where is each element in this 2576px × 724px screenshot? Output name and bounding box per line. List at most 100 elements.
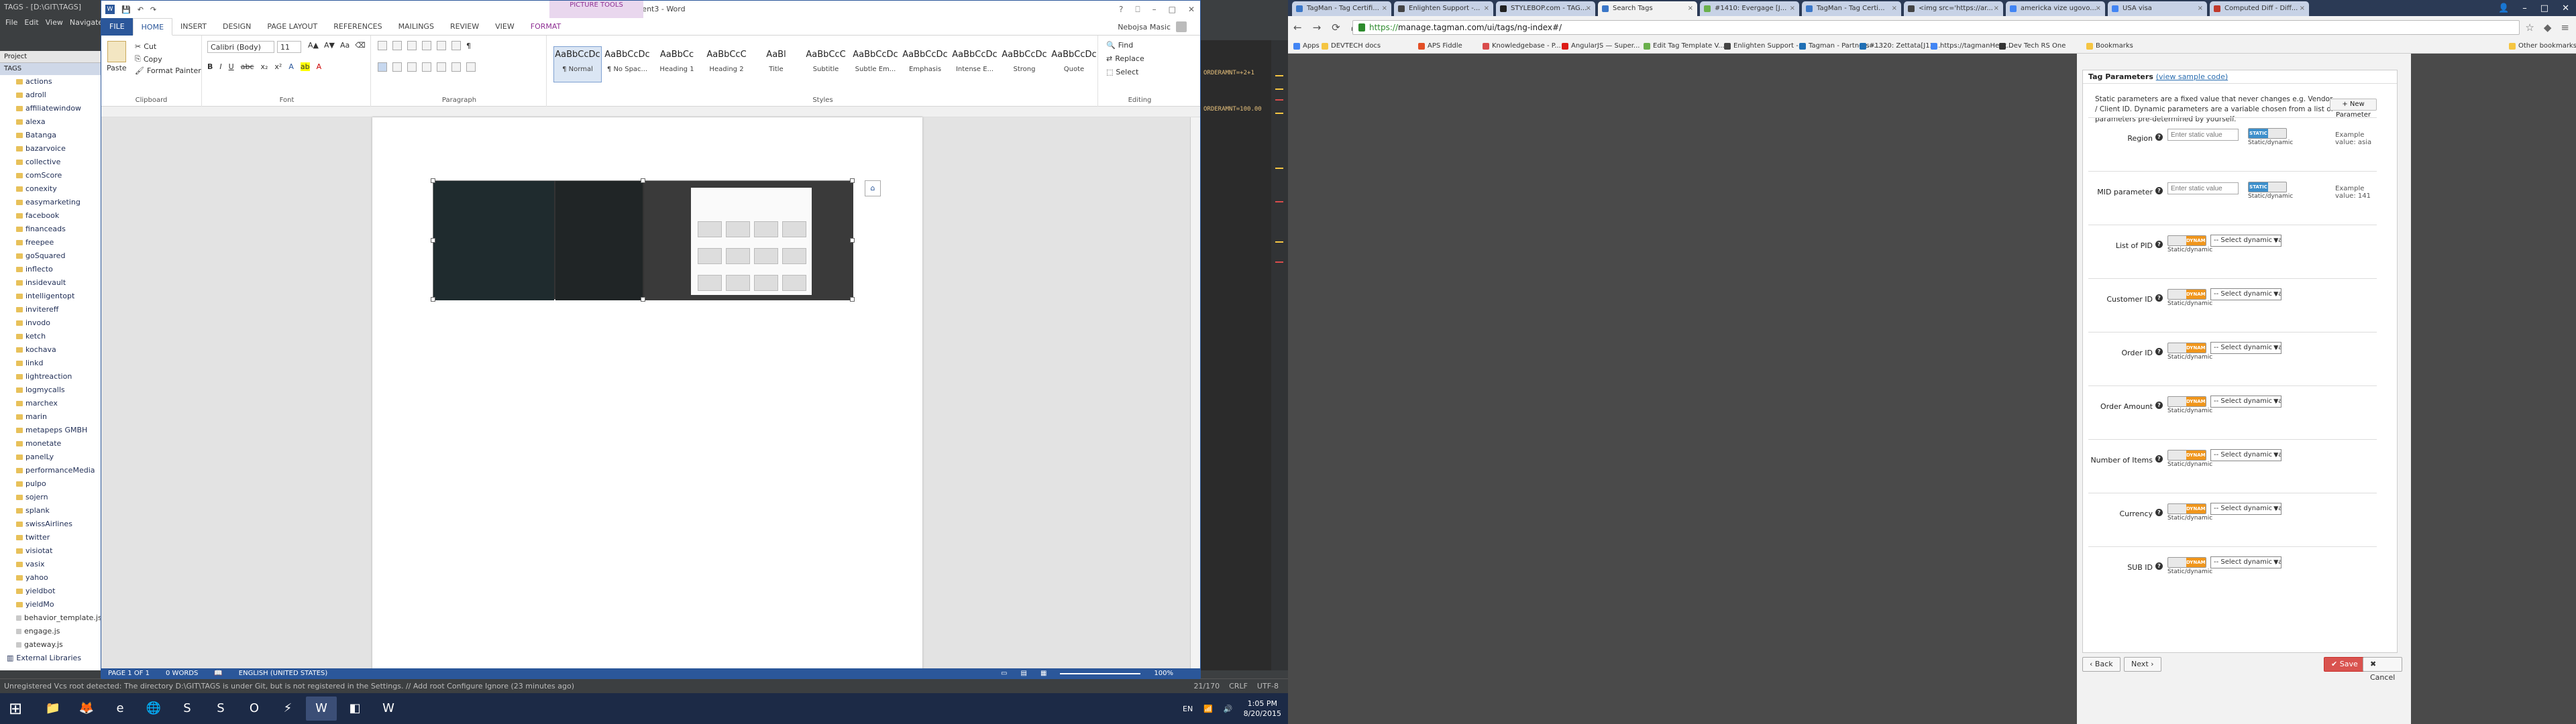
close-icon[interactable]: ✕ bbox=[2562, 3, 2569, 13]
document-page[interactable]: ⌂ bbox=[372, 117, 922, 671]
project-folder[interactable]: goSquared bbox=[0, 249, 104, 263]
style-gallery-item[interactable]: AaBbCcDc ¶ Normal bbox=[553, 46, 602, 82]
clock[interactable]: 1:05 PM 8/20/2015 bbox=[1244, 699, 1281, 719]
style-gallery-item[interactable]: AaBbCcC Subtitle bbox=[802, 46, 850, 82]
project-folder[interactable]: intelligentopt bbox=[0, 290, 104, 303]
style-gallery-item[interactable]: AaBbCcDc ¶ No Spac... bbox=[603, 46, 651, 82]
ribbon-display-icon[interactable]: ⎕ bbox=[1135, 5, 1140, 15]
ide-menu-navigate[interactable]: Navigate bbox=[70, 18, 103, 27]
project-folder[interactable]: lightreaction bbox=[0, 370, 104, 383]
star-icon[interactable]: ☆ bbox=[2525, 21, 2534, 34]
help-icon[interactable]: ? bbox=[2155, 509, 2163, 516]
ide-menu-edit[interactable]: Edit bbox=[24, 18, 38, 27]
taskbar-app-icon[interactable]: 🌐 bbox=[138, 697, 169, 721]
project-folder[interactable]: vasix bbox=[0, 558, 104, 571]
project-folder[interactable]: ketch bbox=[0, 330, 104, 343]
taskbar-app-icon[interactable]: 🦊 bbox=[71, 697, 102, 721]
project-folder[interactable]: visiotat bbox=[0, 544, 104, 558]
back-icon[interactable]: ← bbox=[1293, 21, 1302, 34]
resize-handle[interactable] bbox=[641, 178, 645, 183]
project-folder[interactable]: monetate bbox=[0, 437, 104, 450]
align-center-icon[interactable] bbox=[392, 62, 402, 72]
gutter-marker[interactable] bbox=[1275, 99, 1283, 101]
project-folder[interactable]: swissAirlines bbox=[0, 518, 104, 531]
project-folder[interactable]: yahoo bbox=[0, 571, 104, 585]
find-button[interactable]: 🔍 Find bbox=[1106, 41, 1133, 50]
select-button[interactable]: ⬚ Select bbox=[1106, 68, 1138, 76]
minimize-icon[interactable]: – bbox=[1152, 5, 1157, 14]
borders-icon[interactable] bbox=[466, 62, 476, 72]
tab-close-icon[interactable]: × bbox=[1994, 1, 1999, 16]
forward-icon[interactable]: → bbox=[1313, 21, 1322, 34]
profile-icon[interactable]: 👤 bbox=[2498, 3, 2509, 13]
external-libraries[interactable]: ▥ External Libraries bbox=[0, 652, 104, 665]
browser-tab[interactable]: STYLEBOP.com - TAG... × bbox=[1496, 1, 1595, 16]
bookmark-item[interactable]: Dev Tech RS One bbox=[1999, 39, 2065, 54]
strike-icon[interactable]: abc bbox=[241, 62, 254, 71]
modal-backdrop[interactable] bbox=[1288, 54, 2077, 724]
bookmark-item[interactable]: Knowledgebase - P... bbox=[1483, 39, 1561, 54]
font-size-select[interactable]: 11 bbox=[277, 41, 301, 53]
modal-backdrop[interactable] bbox=[2411, 54, 2576, 724]
project-root[interactable]: TAGS bbox=[0, 63, 104, 75]
tab-close-icon[interactable]: × bbox=[2300, 1, 2305, 16]
layout-options-icon[interactable]: ⌂ bbox=[865, 180, 881, 196]
bookmark-item[interactable]: AngularJS — Super... bbox=[1562, 39, 1640, 54]
browser-tab[interactable]: #1410: Evergage [J... × bbox=[1700, 1, 1799, 16]
taskbar-app-icon[interactable]: O bbox=[239, 697, 270, 721]
tab-design[interactable]: DESIGN bbox=[215, 18, 259, 36]
save-button[interactable]: ✔ Save bbox=[2324, 657, 2365, 672]
next-button[interactable]: Next › bbox=[2124, 657, 2161, 672]
avatar[interactable] bbox=[1176, 21, 1187, 32]
project-folder[interactable]: adroll bbox=[0, 88, 104, 102]
bookmark-item[interactable]: Other bookmarks bbox=[2509, 39, 2576, 54]
maximize-icon[interactable]: □ bbox=[1169, 5, 1176, 14]
save-icon[interactable]: 💾 bbox=[121, 5, 131, 14]
project-folder[interactable]: yieldMo bbox=[0, 598, 104, 611]
vcs-warning-text[interactable]: Unregistered Vcs root detected: The dire… bbox=[4, 682, 574, 690]
shrink-font-icon[interactable]: A▼ bbox=[324, 41, 335, 50]
ruler[interactable] bbox=[101, 107, 1200, 117]
error-stripe-gutter[interactable] bbox=[1271, 40, 1288, 670]
static-value-input[interactable] bbox=[2167, 182, 2239, 194]
project-folder[interactable]: inflecto bbox=[0, 263, 104, 276]
cursor-position[interactable]: 21/170 bbox=[1193, 679, 1220, 694]
project-folder[interactable]: marin bbox=[0, 410, 104, 424]
resize-handle[interactable] bbox=[641, 297, 645, 302]
static-dynamic-toggle[interactable]: DYNAMIC bbox=[2167, 450, 2206, 461]
resize-handle[interactable] bbox=[850, 297, 855, 302]
bookmark-item[interactable]: Bookmarks bbox=[2086, 39, 2133, 54]
project-folder[interactable]: affiliatewindow bbox=[0, 102, 104, 115]
static-dynamic-toggle[interactable]: DYNAMIC bbox=[2167, 343, 2206, 353]
change-case-icon[interactable]: Aa bbox=[340, 41, 350, 50]
project-file[interactable]: engage.js bbox=[0, 625, 104, 638]
text-effects-icon[interactable]: A bbox=[288, 62, 294, 71]
bookmark-item[interactable]: Enlighten Support -... bbox=[1724, 39, 1805, 54]
ide-menu-file[interactable]: File bbox=[5, 18, 17, 27]
project-folder[interactable]: insidevault bbox=[0, 276, 104, 290]
page-count[interactable]: PAGE 1 OF 1 bbox=[108, 668, 150, 679]
style-gallery-item[interactable]: AaBbCc Heading 1 bbox=[653, 46, 701, 82]
inserted-screenshot-image[interactable] bbox=[431, 178, 855, 302]
gutter-marker[interactable] bbox=[1275, 261, 1283, 263]
browser-tab[interactable]: Search Tags × bbox=[1598, 1, 1697, 16]
read-mode-icon[interactable]: ▭ bbox=[1001, 668, 1007, 679]
tab-review[interactable]: REVIEW bbox=[442, 18, 487, 36]
tab-close-icon[interactable]: × bbox=[1586, 1, 1591, 16]
tab-page-layout[interactable]: PAGE LAYOUT bbox=[259, 18, 325, 36]
font-color-icon[interactable]: A bbox=[317, 62, 322, 71]
browser-tab[interactable]: USA visa × bbox=[2108, 1, 2207, 16]
static-dynamic-toggle[interactable]: DYNAMIC bbox=[2167, 557, 2206, 568]
taskbar-app-icon[interactable]: e bbox=[105, 697, 136, 721]
cut-button[interactable]: ✂ Cut bbox=[135, 42, 156, 51]
font-name-select[interactable]: Calibri (Body) bbox=[207, 41, 274, 53]
project-panel-header[interactable]: Project bbox=[0, 51, 104, 63]
maximize-icon[interactable]: □ bbox=[2540, 3, 2548, 13]
project-folder[interactable]: conexity bbox=[0, 182, 104, 196]
dynamic-value-select[interactable]: -- Select dynamic value --▼ bbox=[2210, 449, 2282, 461]
web-layout-icon[interactable]: ▦ bbox=[1040, 668, 1046, 679]
static-dynamic-toggle[interactable]: STATIC bbox=[2248, 182, 2287, 192]
volume-icon[interactable]: 🔊 bbox=[1224, 705, 1233, 713]
numbering-icon[interactable] bbox=[392, 41, 402, 50]
decrease-indent-icon[interactable] bbox=[422, 41, 431, 50]
